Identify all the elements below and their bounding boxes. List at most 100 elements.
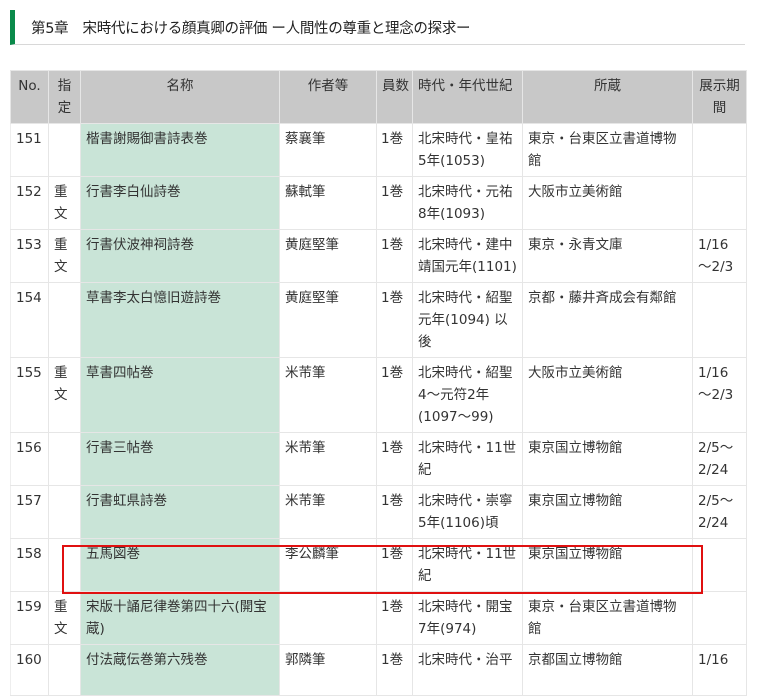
cell-exhibit: 1/16～2/3 xyxy=(692,229,747,283)
cell-period: 北宋時代・建中靖国元年(1101) xyxy=(412,229,523,283)
cell-name: 草書李太白憶旧遊詩巻 xyxy=(80,282,280,358)
cell-name: 宋版十誦尼律巻第四十六(開宝蔵) xyxy=(80,591,280,645)
table-row: 158 五馬図巻 李公麟筆 1巻 北宋時代・11世紀 東京国立博物館 xyxy=(10,538,747,592)
header-no: No. xyxy=(10,70,49,124)
cell-collection: 大阪市立美術館 xyxy=(522,176,693,230)
cell-no: 152 xyxy=(10,176,49,230)
header-designation: 指定 xyxy=(48,70,81,124)
cell-author: 蔡襄筆 xyxy=(279,123,377,177)
cell-author: 米芾筆 xyxy=(279,357,377,433)
cell-exhibit: 2/5～2/24 xyxy=(692,485,747,539)
table-row: 153 重文 行書伏波神祠詩巻 黄庭堅筆 1巻 北宋時代・建中靖国元年(1101) 東京・永… xyxy=(10,229,747,283)
cell-designation: 重文 xyxy=(48,357,81,433)
cell-exhibit: 2/5～2/24 xyxy=(692,432,747,486)
cell-exhibit xyxy=(692,591,747,645)
cell-period: 北宋時代・元祐8年(1093) xyxy=(412,176,523,230)
cell-quantity: 1巻 xyxy=(376,591,413,645)
cell-author: 郭隣筆 xyxy=(279,644,377,696)
cell-exhibit xyxy=(692,538,747,592)
cell-collection: 京都国立博物館 xyxy=(522,644,693,696)
cell-author: 李公麟筆 xyxy=(279,538,377,592)
cell-period: 北宋時代・11世紀 xyxy=(412,538,523,592)
cell-designation: 重文 xyxy=(48,229,81,283)
cell-name: 草書四帖巻 xyxy=(80,357,280,433)
cell-collection: 東京・台東区立書道博物館 xyxy=(522,123,693,177)
cell-collection: 東京・台東区立書道博物館 xyxy=(522,591,693,645)
cell-name: 付法蔵伝巻第六残巻 xyxy=(80,644,280,696)
cell-no: 157 xyxy=(10,485,49,539)
cell-no: 158 xyxy=(10,538,49,592)
cell-no: 160 xyxy=(10,644,49,696)
table-header-row: No. 指定 名称 作者等 員数 時代・年代世紀 所蔵 展示期間 xyxy=(10,70,747,124)
cell-period: 北宋時代・開宝7年(974) xyxy=(412,591,523,645)
header-name: 名称 xyxy=(80,70,280,124)
table-row: 155 重文 草書四帖巻 米芾筆 1巻 北宋時代・紹聖4～元符2年(1097～99) 大阪市… xyxy=(10,357,747,433)
exhibit-list-table: No. 指定 名称 作者等 員数 時代・年代世紀 所蔵 展示期間 151 楷書謝賜… xyxy=(10,70,747,696)
cell-author: 米芾筆 xyxy=(279,485,377,539)
cell-quantity: 1巻 xyxy=(376,432,413,486)
cell-no: 156 xyxy=(10,432,49,486)
cell-name: 行書虹県詩巻 xyxy=(80,485,280,539)
chapter-title: 第5章 宋時代における顔真卿の評価 ー人間性の尊重と理念の探求ー xyxy=(31,21,471,37)
cell-period: 北宋時代・皇祐5年(1053) xyxy=(412,123,523,177)
header-exhibit: 展示期間 xyxy=(692,70,747,124)
table-row: 159 重文 宋版十誦尼律巻第四十六(開宝蔵) 1巻 北宋時代・開宝7年(974) 東京・… xyxy=(10,591,747,645)
cell-period: 北宋時代・治平 xyxy=(412,644,523,696)
cell-exhibit: 1/16～2/3 xyxy=(692,357,747,433)
cell-quantity: 1巻 xyxy=(376,176,413,230)
cell-designation xyxy=(48,538,81,592)
cell-exhibit xyxy=(692,123,747,177)
cell-quantity: 1巻 xyxy=(376,282,413,358)
cell-no: 155 xyxy=(10,357,49,433)
cell-designation xyxy=(48,282,81,358)
cell-exhibit xyxy=(692,176,747,230)
cell-name: 五馬図巻 xyxy=(80,538,280,592)
cell-collection: 東京国立博物館 xyxy=(522,538,693,592)
cell-no: 154 xyxy=(10,282,49,358)
table-row: 160 付法蔵伝巻第六残巻 郭隣筆 1巻 北宋時代・治平 京都国立博物館 1/16 xyxy=(10,644,747,696)
cell-designation: 重文 xyxy=(48,591,81,645)
cell-author xyxy=(279,591,377,645)
cell-quantity: 1巻 xyxy=(376,357,413,433)
cell-exhibit: 1/16 xyxy=(692,644,747,696)
cell-no: 153 xyxy=(10,229,49,283)
header-collection: 所蔵 xyxy=(522,70,693,124)
cell-period: 北宋時代・11世紀 xyxy=(412,432,523,486)
cell-quantity: 1巻 xyxy=(376,229,413,283)
table-row: 157 行書虹県詩巻 米芾筆 1巻 北宋時代・崇寧5年(1106)頃 東京国立博物館 2/5… xyxy=(10,485,747,539)
cell-name: 楷書謝賜御書詩表巻 xyxy=(80,123,280,177)
table-row: 154 草書李太白憶旧遊詩巻 黄庭堅筆 1巻 北宋時代・紹聖元年(1094) 以後 京都・… xyxy=(10,282,747,358)
cell-collection: 東京国立博物館 xyxy=(522,432,693,486)
cell-author: 米芾筆 xyxy=(279,432,377,486)
cell-period: 北宋時代・紹聖元年(1094) 以後 xyxy=(412,282,523,358)
cell-period: 北宋時代・紹聖4～元符2年(1097～99) xyxy=(412,357,523,433)
cell-collection: 大阪市立美術館 xyxy=(522,357,693,433)
chapter-heading: 第5章 宋時代における顔真卿の評価 ー人間性の尊重と理念の探求ー xyxy=(10,10,745,45)
table-row: 151 楷書謝賜御書詩表巻 蔡襄筆 1巻 北宋時代・皇祐5年(1053) 東京・台東区立書… xyxy=(10,123,747,177)
cell-collection: 東京・永青文庫 xyxy=(522,229,693,283)
cell-quantity: 1巻 xyxy=(376,485,413,539)
cell-designation xyxy=(48,485,81,539)
cell-period: 北宋時代・崇寧5年(1106)頃 xyxy=(412,485,523,539)
cell-no: 159 xyxy=(10,591,49,645)
cell-name: 行書伏波神祠詩巻 xyxy=(80,229,280,283)
table-row: 156 行書三帖巻 米芾筆 1巻 北宋時代・11世紀 東京国立博物館 2/5～2/24 xyxy=(10,432,747,486)
cell-author: 黄庭堅筆 xyxy=(279,229,377,283)
cell-designation: 重文 xyxy=(48,176,81,230)
cell-quantity: 1巻 xyxy=(376,538,413,592)
cell-no: 151 xyxy=(10,123,49,177)
header-period: 時代・年代世紀 xyxy=(412,70,523,124)
cell-collection: 京都・藤井斉成会有鄰館 xyxy=(522,282,693,358)
cell-exhibit xyxy=(692,282,747,358)
cell-name: 行書三帖巻 xyxy=(80,432,280,486)
cell-author: 黄庭堅筆 xyxy=(279,282,377,358)
cell-quantity: 1巻 xyxy=(376,123,413,177)
cell-name: 行書李白仙詩巻 xyxy=(80,176,280,230)
cell-author: 蘇軾筆 xyxy=(279,176,377,230)
header-author: 作者等 xyxy=(279,70,377,124)
cell-quantity: 1巻 xyxy=(376,644,413,696)
cell-collection: 東京国立博物館 xyxy=(522,485,693,539)
table-row: 152 重文 行書李白仙詩巻 蘇軾筆 1巻 北宋時代・元祐8年(1093) 大阪市立美術館 xyxy=(10,176,747,230)
header-quantity: 員数 xyxy=(376,70,413,124)
cell-designation xyxy=(48,432,81,486)
